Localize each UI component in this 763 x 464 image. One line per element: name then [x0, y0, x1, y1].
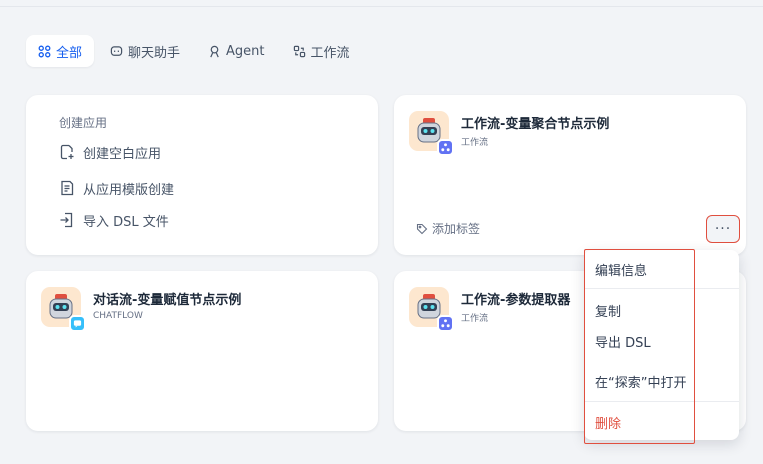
- chat-icon: [110, 45, 123, 58]
- import-dsl-file[interactable]: 导入 DSL 文件: [59, 210, 378, 230]
- workflow-icon: [293, 45, 306, 58]
- more-options-button[interactable]: ···: [706, 215, 740, 243]
- template-icon: [59, 180, 75, 196]
- tab-workflow[interactable]: 工作流: [281, 35, 362, 67]
- add-tag-label: 添加标签: [432, 222, 481, 236]
- app-name: 工作流-参数提取器: [461, 293, 571, 308]
- menu-item-edit-info[interactable]: 编辑信息: [595, 260, 647, 279]
- menu-item-open-in-explore[interactable]: 在“探索”中打开: [595, 372, 686, 391]
- create-item-label: 导入 DSL 文件: [83, 214, 169, 230]
- menu-item-export-dsl[interactable]: 导出 DSL: [595, 332, 651, 351]
- app-avatar: [41, 287, 86, 332]
- app-card[interactable]: 工作流-变量聚合节点示例 工作流 添加标签 ···: [394, 95, 746, 255]
- more-options-menu: 编辑信息 复制 导出 DSL 在“探索”中打开 删除: [584, 250, 739, 440]
- app-type: CHATFLOW: [93, 311, 143, 321]
- more-icon: ···: [714, 221, 732, 237]
- menu-divider: [584, 288, 739, 289]
- create-app-title: 创建应用: [59, 116, 108, 130]
- create-app-card: 创建应用 创建空白应用 从应用模版创建 导入 DSL 文件: [26, 95, 378, 255]
- app-type-tabs: 全部 聊天助手 Agent 工作流: [26, 35, 366, 67]
- tab-label: 工作流: [310, 45, 350, 61]
- create-from-template[interactable]: 从应用模版创建: [59, 178, 378, 198]
- tab-label: 聊天助手: [128, 45, 181, 61]
- menu-divider: [584, 401, 739, 402]
- tab-label: 全部: [56, 45, 83, 61]
- agent-icon: [208, 45, 221, 58]
- app-type: 工作流: [461, 314, 489, 324]
- tag-icon: [416, 223, 428, 234]
- workflow-badge-icon: [437, 315, 454, 332]
- tab-chat-assistant[interactable]: 聊天助手: [98, 35, 192, 67]
- app-avatar: [409, 111, 454, 156]
- create-item-label: 创建空白应用: [83, 146, 162, 162]
- create-blank-app[interactable]: 创建空白应用: [59, 142, 378, 162]
- tab-all[interactable]: 全部: [26, 35, 95, 67]
- top-divider: [0, 6, 763, 7]
- import-icon: [59, 212, 75, 228]
- menu-item-delete[interactable]: 删除: [595, 413, 621, 432]
- workflow-badge-icon: [437, 139, 454, 156]
- chatflow-badge-icon: [69, 315, 86, 332]
- app-name: 对话流-变量赋值节点示例: [93, 293, 242, 308]
- add-tag-button[interactable]: 添加标签: [416, 220, 480, 237]
- app-avatar: [409, 287, 454, 332]
- tab-label: Agent: [226, 43, 265, 59]
- app-type: 工作流: [461, 138, 489, 148]
- app-name: 工作流-变量聚合节点示例: [461, 117, 610, 132]
- menu-item-duplicate[interactable]: 复制: [595, 301, 621, 320]
- file-plus-icon: [59, 144, 75, 160]
- create-item-label: 从应用模版创建: [83, 182, 175, 198]
- app-card[interactable]: 对话流-变量赋值节点示例 CHATFLOW: [26, 271, 378, 431]
- tab-agent[interactable]: Agent: [196, 35, 276, 67]
- grid-icon: [38, 45, 51, 58]
